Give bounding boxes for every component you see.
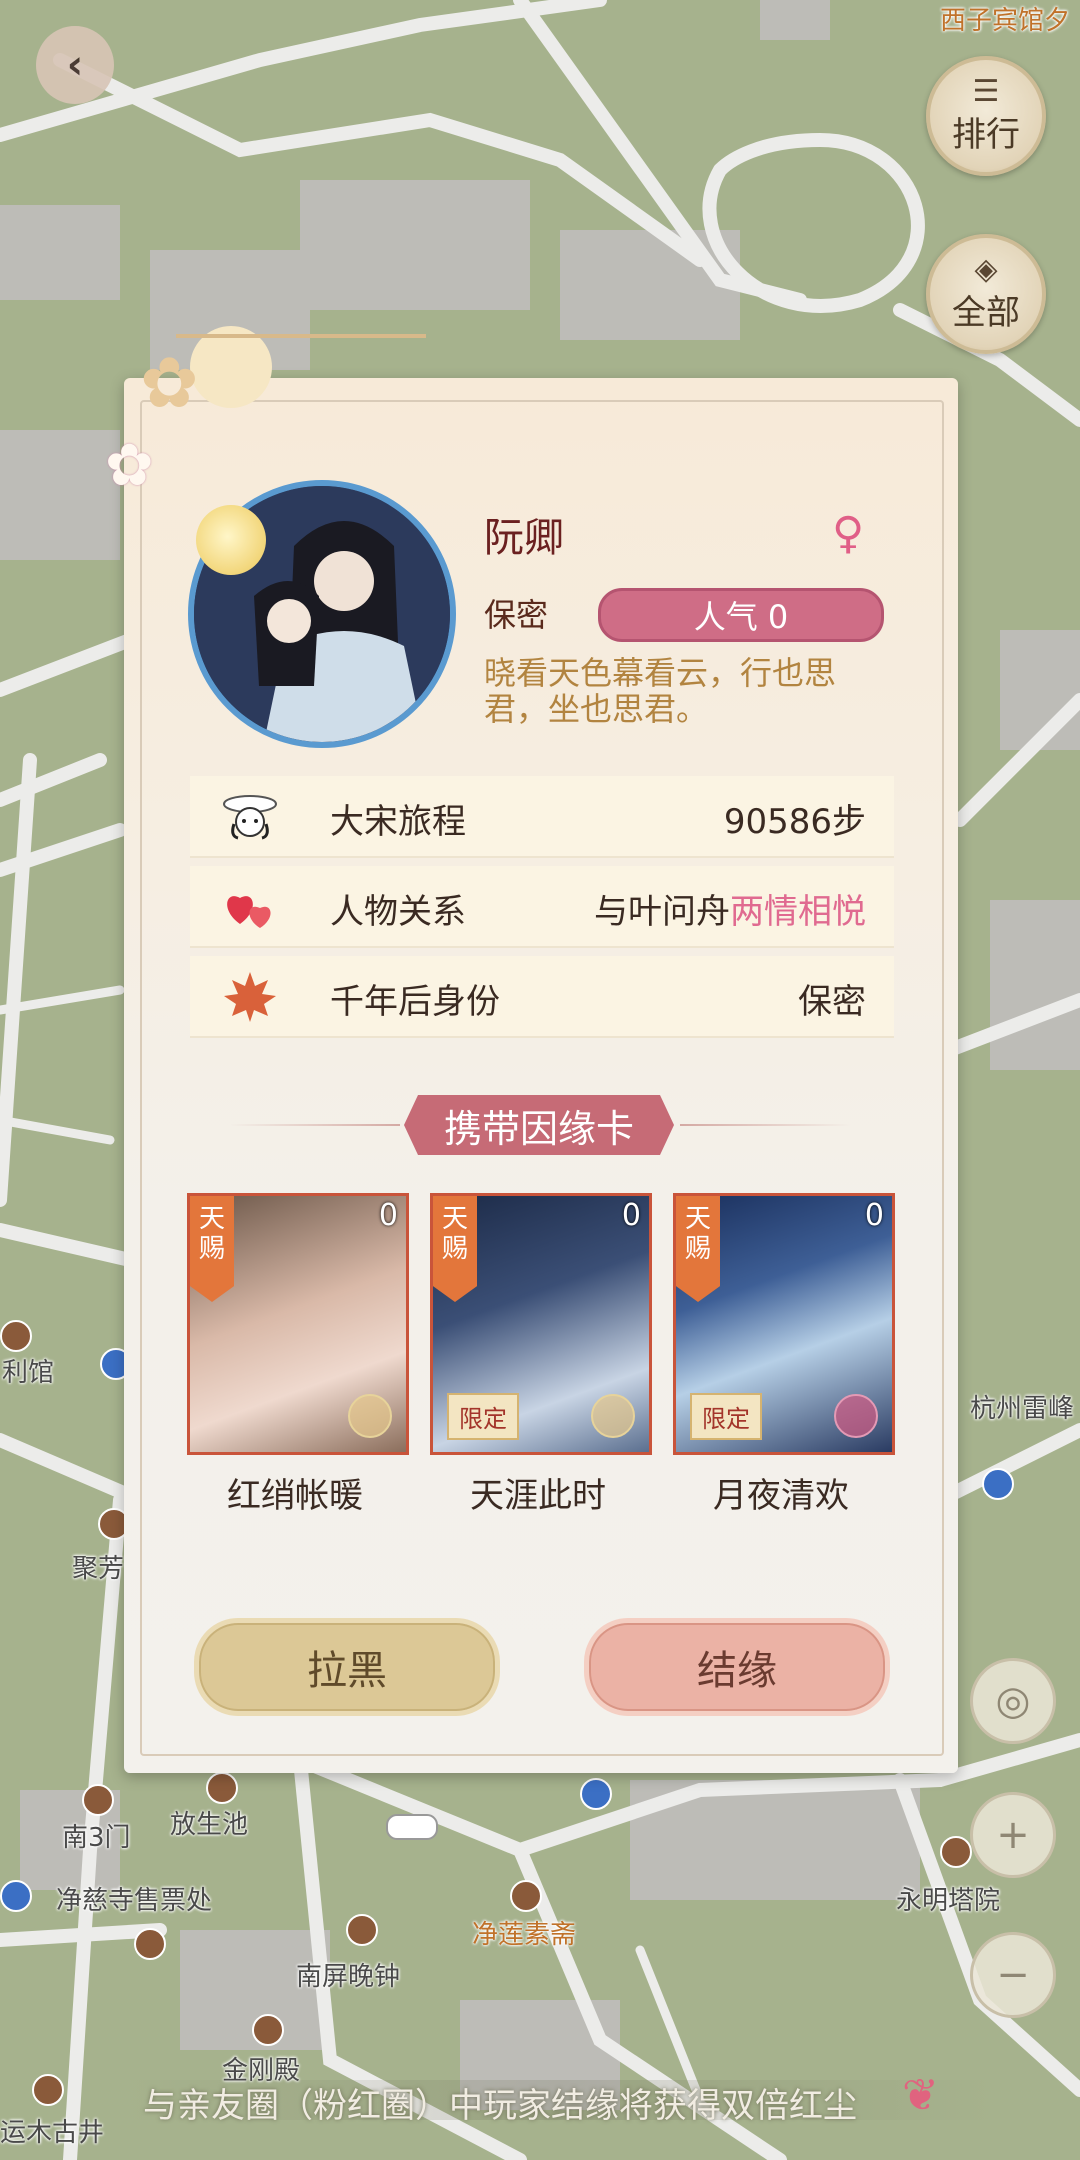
- divider-right: [680, 1124, 850, 1126]
- map-label-fangsheng[interactable]: 放生池: [170, 1804, 248, 1841]
- parking-marker-icon[interactable]: [982, 1468, 1014, 1500]
- signature-text: 晓看天色幕看云，行也思君，坐也思君。: [484, 654, 837, 728]
- all-filter-button[interactable]: ◈ 全部: [926, 234, 1046, 354]
- bond-card[interactable]: 天赐 0: [187, 1193, 409, 1455]
- card-tag: 天赐: [190, 1196, 234, 1302]
- card-limited-badge: 限定: [690, 1393, 762, 1440]
- maple-leaf-icon: [224, 972, 276, 1022]
- map-label-leifeng[interactable]: 杭州雷峰: [970, 1388, 1074, 1425]
- block-button[interactable]: 拉黑: [194, 1618, 500, 1716]
- gender-female-icon: ♀: [832, 508, 865, 559]
- chevron-left-icon: ‹: [66, 42, 84, 88]
- map-label-jinglian[interactable]: 净莲素斋: [472, 1914, 576, 1951]
- popularity-badge: 人气 0: [598, 588, 884, 642]
- zoom-in-button[interactable]: +: [970, 1792, 1056, 1878]
- ranking-button[interactable]: ☰ 排行: [926, 56, 1046, 176]
- map-label-hotel[interactable]: 西子宾馆夕: [940, 0, 1070, 37]
- relationship-label: 人物关系: [330, 892, 466, 932]
- temple-marker-icon[interactable]: [346, 1914, 378, 1946]
- temple-marker-icon[interactable]: [0, 1320, 32, 1352]
- back-button[interactable]: ‹: [36, 26, 114, 104]
- photo-marker-icon[interactable]: [134, 1928, 166, 1960]
- flower-decoration-icon: ✿: [140, 342, 199, 424]
- cloud-line-decoration: [176, 334, 426, 338]
- plus-icon: +: [996, 1812, 1030, 1858]
- card-rank-icon: [348, 1394, 392, 1438]
- gate-marker-icon[interactable]: [82, 1784, 114, 1816]
- ranking-label: 排行: [952, 114, 1020, 155]
- divider-left: [230, 1124, 400, 1126]
- hearts-icon: [227, 896, 271, 928]
- stack-icon: ◈: [974, 251, 998, 287]
- card-name: 月夜清欢: [713, 1476, 849, 1516]
- journey-label: 大宋旅程: [330, 802, 466, 842]
- card-tag: 天赐: [676, 1196, 720, 1302]
- notice-text: 与亲友圈（粉红圈）中玩家结缘将获得双倍红尘: [143, 2086, 857, 2126]
- temple-marker-icon[interactable]: [252, 2014, 284, 2046]
- relationship-status: 两情相悦: [730, 892, 866, 932]
- relationship-value: 与叶问舟两情相悦: [594, 884, 866, 933]
- bond-card[interactable]: 天赐 0 限定: [430, 1193, 652, 1455]
- temple-marker-icon[interactable]: [940, 1836, 972, 1868]
- relationship-row: 人物关系 与叶问舟两情相悦: [190, 866, 894, 948]
- card-count: 0: [864, 1198, 884, 1233]
- restaurant-marker-icon[interactable]: [510, 1880, 542, 1912]
- journey-value: 90586步: [723, 802, 866, 842]
- list-icon: ☰: [972, 73, 1000, 109]
- zoom-out-button[interactable]: −: [970, 1932, 1056, 2018]
- map-label-lili[interactable]: 利馆: [2, 1352, 54, 1389]
- card-rank-icon: [591, 1394, 635, 1438]
- bus-marker-icon[interactable]: [0, 1880, 32, 1912]
- map-label-jufang[interactable]: 聚芳: [72, 1548, 124, 1585]
- card-limited-badge: 限定: [447, 1393, 519, 1440]
- identity-row: 千年后身份 保密: [190, 956, 894, 1038]
- relationship-partner: 与叶问舟: [594, 892, 730, 932]
- cards-section-title: 携带因缘卡: [404, 1095, 674, 1155]
- card-count: 0: [378, 1198, 398, 1233]
- flower-decoration-icon: ✿: [105, 431, 154, 499]
- bond-card[interactable]: 天赐 0 限定: [673, 1193, 895, 1455]
- moon-decoration-icon: [190, 326, 272, 408]
- card-name: 红绡帐暖: [227, 1476, 363, 1516]
- moon-badge-icon: [196, 505, 266, 575]
- bond-button[interactable]: 结缘: [584, 1618, 890, 1716]
- card-rank-icon: [834, 1394, 878, 1438]
- bus-marker-icon[interactable]: [580, 1778, 612, 1810]
- temple-marker-icon[interactable]: [206, 1772, 238, 1804]
- map-label-yongming[interactable]: 永明塔院: [896, 1880, 1000, 1917]
- identity-value: 保密: [798, 982, 866, 1022]
- traveler-icon: [223, 795, 277, 840]
- minus-icon: −: [996, 1952, 1030, 1998]
- journey-row: 大宋旅程 90586步: [190, 776, 894, 858]
- identity-label: 千年后身份: [330, 982, 500, 1022]
- butterfly-icon: ❦: [902, 2070, 939, 2121]
- map-label-south-gate[interactable]: 南3门: [62, 1817, 131, 1854]
- card-tag: 天赐: [433, 1196, 477, 1302]
- target-icon: ◎: [995, 1678, 1031, 1724]
- map-label-nanping[interactable]: 南屏晚钟: [296, 1956, 400, 1993]
- card-count: 0: [621, 1198, 641, 1233]
- traffic-light-icon: [386, 1814, 438, 1840]
- card-name: 天涯此时: [470, 1476, 606, 1516]
- gender-text: 保密: [484, 596, 549, 634]
- map-label-ticket[interactable]: 净慈寺售票处: [56, 1880, 212, 1917]
- locate-button[interactable]: ◎: [970, 1658, 1056, 1744]
- player-name: 阮卿: [484, 515, 564, 561]
- all-label: 全部: [952, 292, 1020, 333]
